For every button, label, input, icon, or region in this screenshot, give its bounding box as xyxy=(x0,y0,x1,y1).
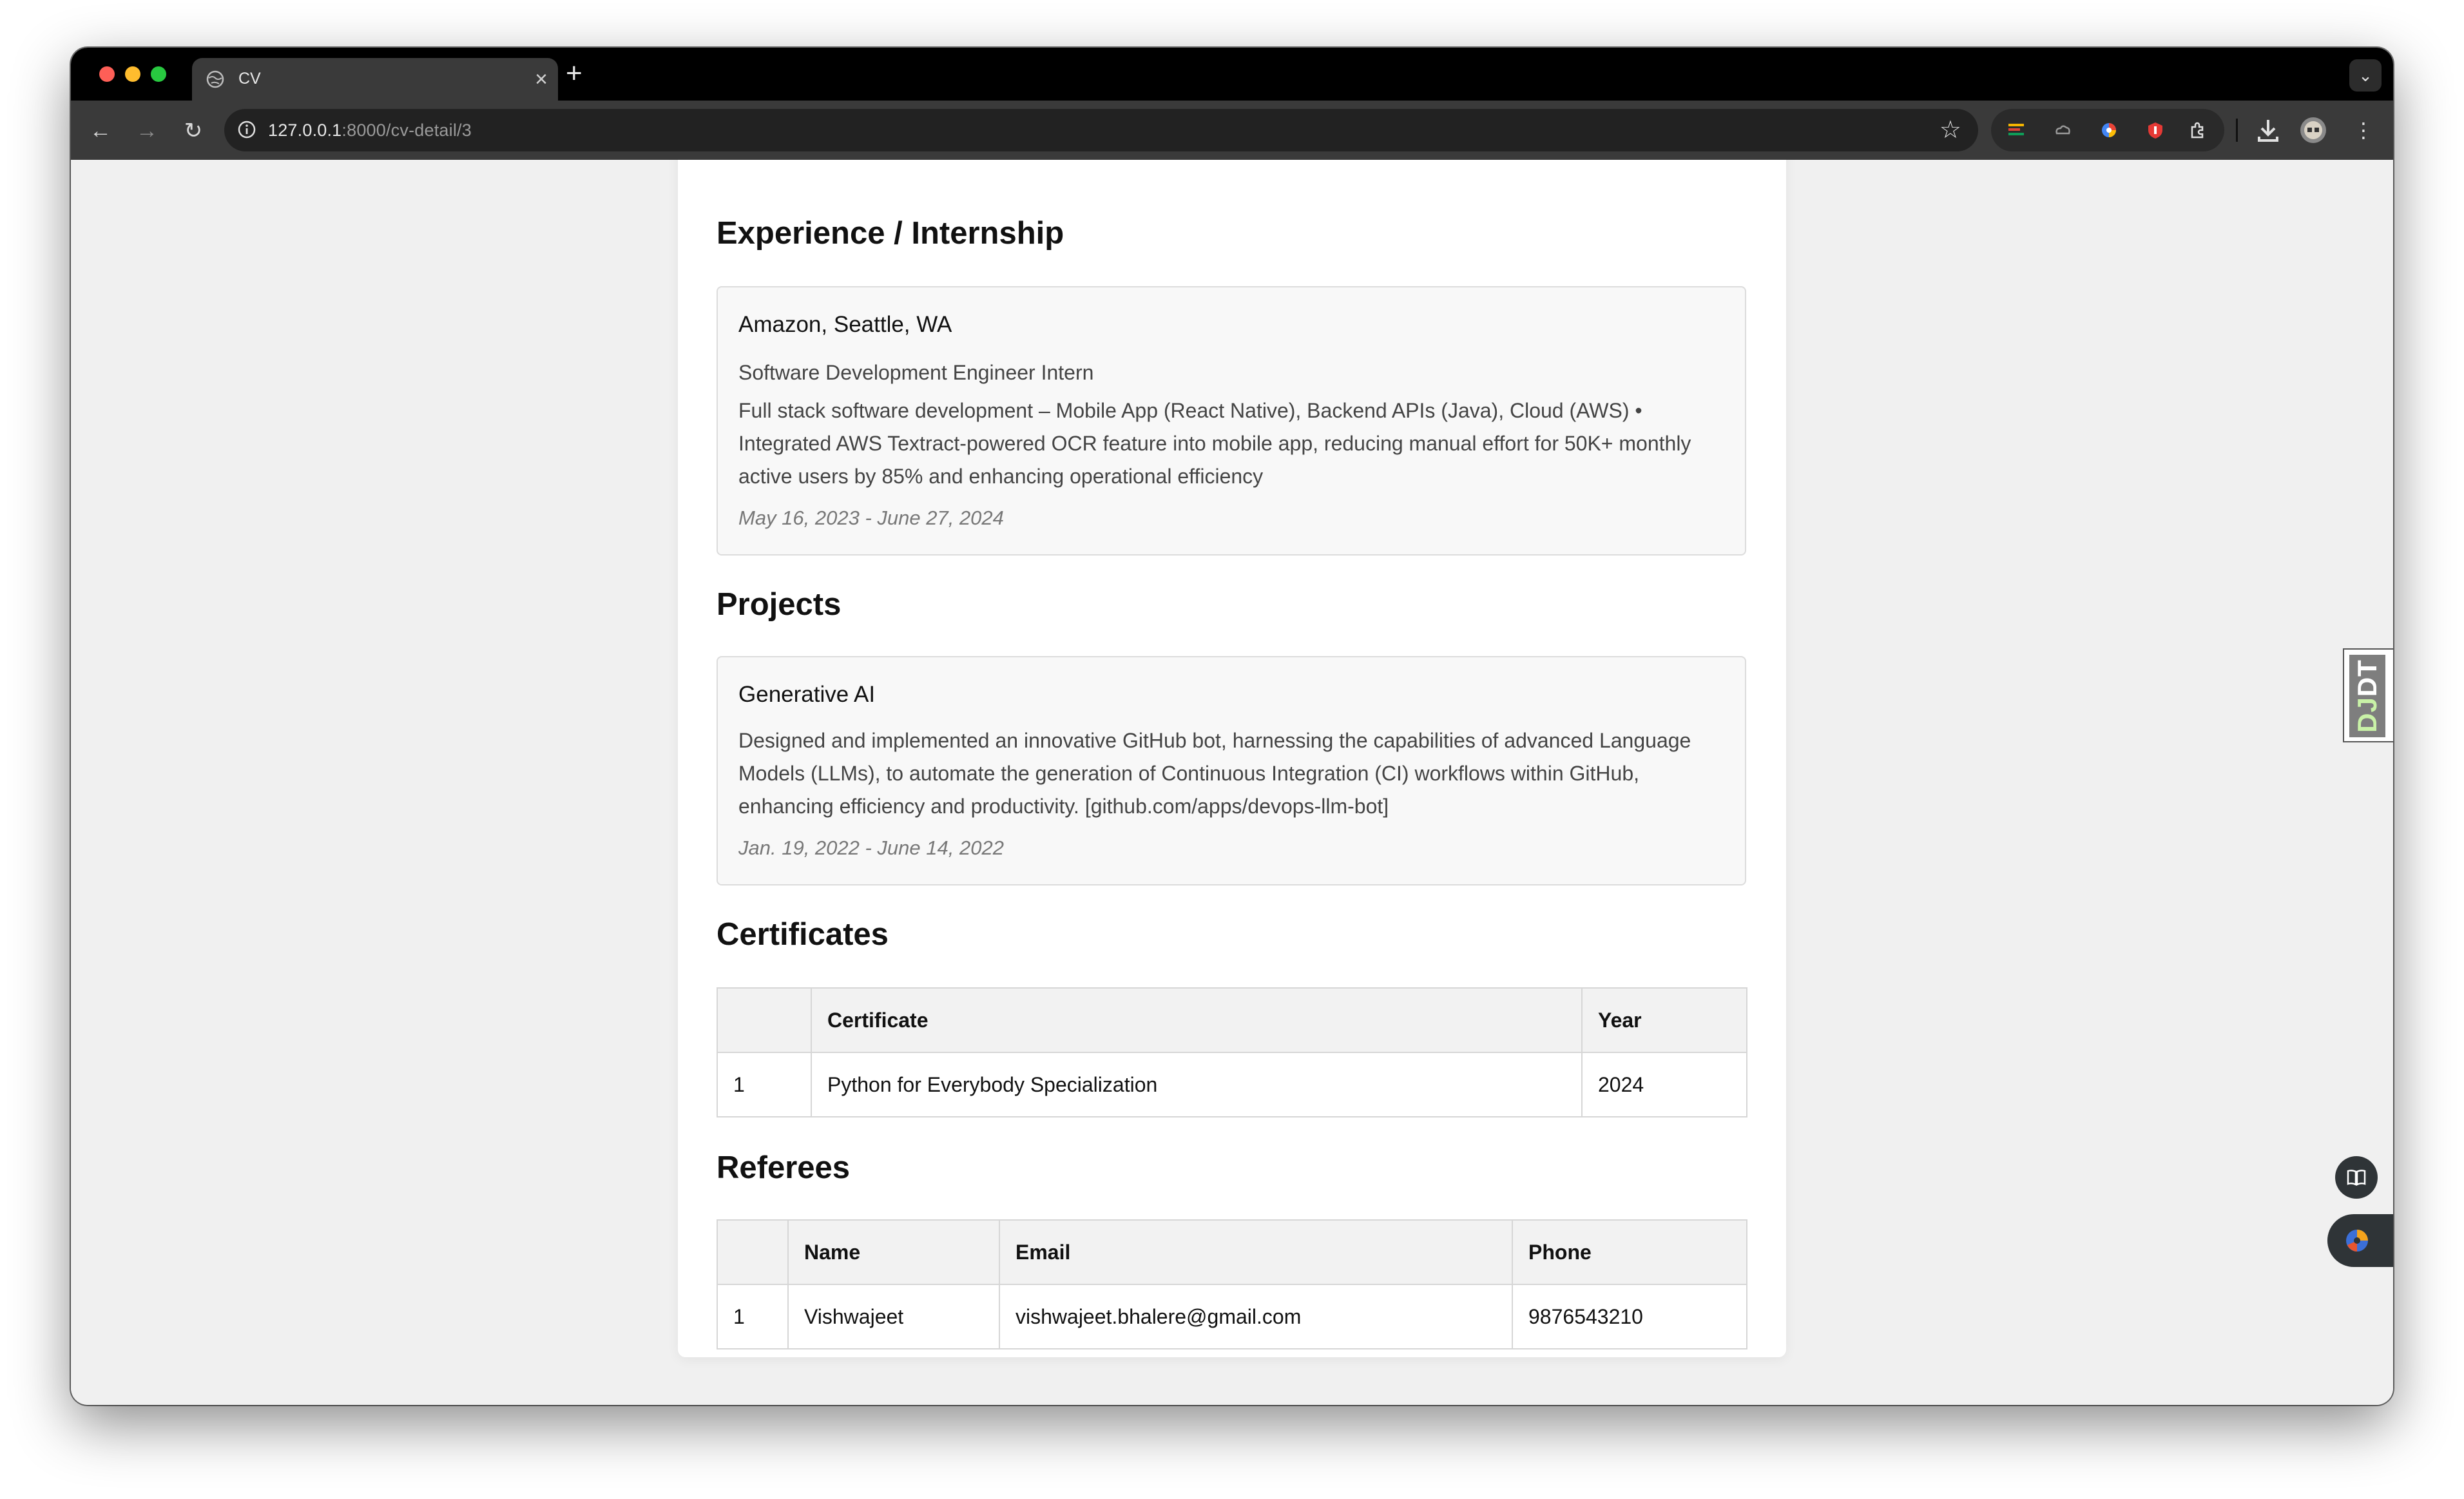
open-book-icon xyxy=(2347,1169,2366,1186)
experience-dates: May 16, 2023 - June 27, 2024 xyxy=(738,507,1004,529)
project-title: Generative AI xyxy=(738,682,876,707)
table-cell: Vishwajeet xyxy=(787,1284,1000,1349)
window-close-button[interactable] xyxy=(99,66,115,82)
toolbar-divider xyxy=(2236,119,2238,142)
table-row: 1 Vishwajeet vishwajeet.bhalere@gmail.co… xyxy=(717,1284,1747,1349)
table-cell: 1 xyxy=(717,1052,812,1117)
url-host: 127.0.0.1 xyxy=(268,121,342,140)
referees-table: Name Email Phone 1 Vishwajeet vishwajeet… xyxy=(717,1219,1747,1349)
more-menu-icon[interactable]: ⋮ xyxy=(2347,113,2380,147)
window-maximize-button[interactable] xyxy=(151,66,166,82)
page-viewport: Experience / Internship Amazon, Seattle,… xyxy=(71,160,2393,1405)
experience-description: Full stack software development – Mobile… xyxy=(738,399,1691,488)
window-minimize-button[interactable] xyxy=(125,66,140,82)
floating-extension-button[interactable] xyxy=(2327,1214,2393,1267)
project-dates: Jan. 19, 2022 - June 14, 2022 xyxy=(738,837,1004,859)
forward-button[interactable]: → xyxy=(130,114,164,148)
table-cell: Python for Everybody Specialization xyxy=(811,1052,1583,1117)
back-button[interactable]: ← xyxy=(84,114,117,148)
bookmark-star-icon[interactable]: ☆ xyxy=(1939,117,1961,144)
tab-search-button[interactable]: ⌄ xyxy=(2349,59,2382,92)
certificates-table: Certificate Year 1 Python for Everybody … xyxy=(717,987,1747,1117)
profile-avatar[interactable] xyxy=(2299,116,2327,144)
table-row: 1 Python for Everybody Specialization 20… xyxy=(717,1052,1747,1117)
colorful-bars-extension-icon[interactable] xyxy=(2007,121,2026,140)
title-bar: CV × + ⌄ xyxy=(71,48,2393,101)
tab-close-icon[interactable]: × xyxy=(535,66,548,92)
browser-window: CV × + ⌄ ← → ↻ 127.0.0.1:8000/cv-detail/… xyxy=(71,48,2393,1405)
colorful-globe-icon xyxy=(2346,1230,2368,1252)
column-header: Certificate xyxy=(811,987,1583,1053)
referees-heading: Referees xyxy=(717,1150,851,1185)
experience-heading: Experience / Internship xyxy=(717,216,1064,251)
certificates-heading: Certificates xyxy=(717,917,889,952)
table-cell: 9876543210 xyxy=(1512,1284,1747,1349)
extensions-area xyxy=(1991,109,2224,151)
table-cell: 1 xyxy=(717,1284,789,1349)
column-header: Phone xyxy=(1512,1219,1747,1285)
experience-role: Software Development Engineer Intern xyxy=(738,361,1094,384)
color-picker-extension-icon[interactable] xyxy=(2099,121,2119,140)
table-header-row: Certificate Year xyxy=(717,987,1747,1053)
url-text: 127.0.0.1:8000/cv-detail/3 xyxy=(268,121,472,140)
new-tab-button[interactable]: + xyxy=(566,57,582,90)
globe-icon xyxy=(206,70,224,88)
site-info-icon[interactable] xyxy=(237,120,256,139)
browser-toolbar: ← → ↻ 127.0.0.1:8000/cv-detail/3 ☆ ⋮ xyxy=(71,101,2393,160)
reload-button[interactable]: ↻ xyxy=(177,114,210,148)
download-icon[interactable] xyxy=(2254,116,2282,144)
project-item: Generative AI Designed and implemented a… xyxy=(717,656,1746,885)
projects-heading: Projects xyxy=(717,587,842,622)
url-path: :8000/cv-detail/3 xyxy=(342,121,472,140)
table-header-row: Name Email Phone xyxy=(717,1219,1747,1285)
address-bar[interactable]: 127.0.0.1:8000/cv-detail/3 ☆ xyxy=(224,109,1978,151)
table-cell: 2024 xyxy=(1581,1052,1747,1117)
djdt-label-dj: DJ xyxy=(2352,697,2382,733)
reader-mode-button[interactable] xyxy=(2335,1156,2378,1199)
experience-item: Amazon, Seattle, WA Software Development… xyxy=(717,286,1746,556)
table-cell: vishwajeet.bhalere@gmail.com xyxy=(999,1284,1513,1349)
experience-company: Amazon, Seattle, WA xyxy=(738,312,952,337)
cloud-extension-icon[interactable] xyxy=(2053,121,2072,140)
red-shield-extension-icon[interactable] xyxy=(2146,121,2165,140)
djdt-handle-inner: DJDT xyxy=(2349,655,2385,737)
browser-tab[interactable]: CV × xyxy=(192,58,558,101)
column-header: Name xyxy=(787,1219,1000,1285)
djdt-label-dt: DT xyxy=(2352,659,2382,697)
column-header xyxy=(717,987,812,1053)
tab-title: CV xyxy=(238,70,261,88)
puzzle-extensions-icon[interactable] xyxy=(2188,121,2208,140)
column-header xyxy=(717,1219,789,1285)
column-header: Email xyxy=(999,1219,1513,1285)
project-description: Designed and implemented an innovative G… xyxy=(738,729,1691,818)
django-debug-toolbar-handle[interactable]: DJDT xyxy=(2343,648,2393,742)
column-header: Year xyxy=(1581,987,1747,1053)
djdt-label: DJDT xyxy=(2352,659,2383,733)
